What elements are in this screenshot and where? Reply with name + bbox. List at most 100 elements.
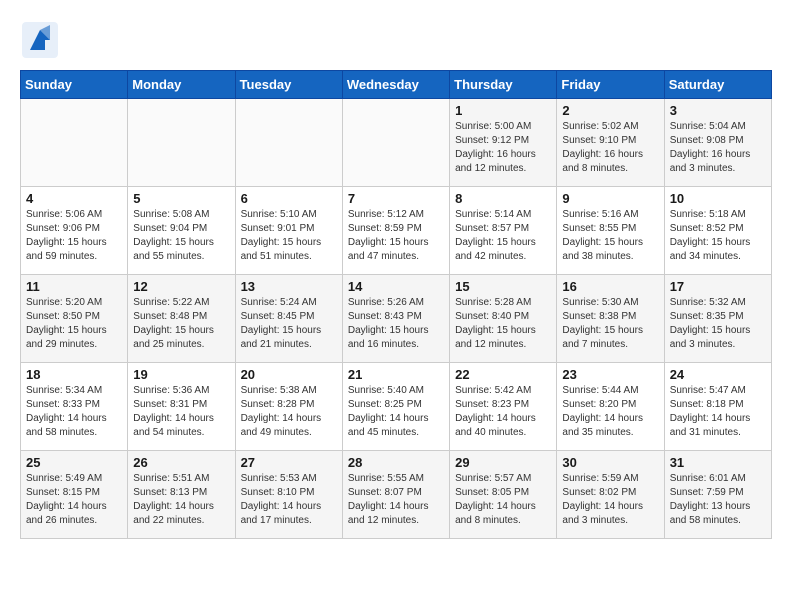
week-row-2: 4 Sunrise: 5:06 AM Sunset: 9:06 PM Daylig… <box>21 187 772 275</box>
week-row-1: 1 Sunrise: 5:00 AM Sunset: 9:12 PM Daylig… <box>21 99 772 187</box>
day-info: Sunrise: 5:51 AM Sunset: 8:13 PM Dayligh… <box>133 472 229 528</box>
calendar-cell: 24 Sunrise: 5:47 AM Sunset: 8:18 PM Dayli… <box>664 363 771 451</box>
day-number: 23 <box>562 367 658 382</box>
day-info: Sunrise: 5:16 AM Sunset: 8:55 PM Dayligh… <box>562 208 658 264</box>
calendar-cell <box>235 99 342 187</box>
day-number: 4 <box>26 191 122 206</box>
day-number: 22 <box>455 367 551 382</box>
calendar-cell: 5Sunrise: 5:08 AM Sunset: 9:04 PM Daylig… <box>128 187 235 275</box>
week-row-4: 18Sunrise: 5:34 AM Sunset: 8:33 PM Dayli… <box>21 363 772 451</box>
day-info: Sunrise: 5:30 AM Sunset: 8:38 PM Dayligh… <box>562 296 658 352</box>
calendar-cell: 17 Sunrise: 5:32 AM Sunset: 8:35 PM Dayli… <box>664 275 771 363</box>
day-number: 29 <box>455 455 551 470</box>
calendar-cell: 21 Sunrise: 5:40 AM Sunset: 8:25 PM Dayli… <box>342 363 449 451</box>
calendar-cell: 7Sunrise: 5:12 AM Sunset: 8:59 PM Daylig… <box>342 187 449 275</box>
week-row-3: 11 Sunrise: 5:20 AM Sunset: 8:50 PM Dayli… <box>21 275 772 363</box>
calendar-cell <box>128 99 235 187</box>
day-of-week-monday: Monday <box>128 71 235 99</box>
day-of-week-wednesday: Wednesday <box>342 71 449 99</box>
calendar-cell: 25 Sunrise: 5:49 AM Sunset: 8:15 PM Dayli… <box>21 451 128 539</box>
day-number: 28 <box>348 455 444 470</box>
day-number: 13 <box>241 279 337 294</box>
day-number: 11 <box>26 279 122 294</box>
day-number: 7 <box>348 191 444 206</box>
day-number: 24 <box>670 367 766 382</box>
day-number: 10 <box>670 191 766 206</box>
day-info: Sunrise: 5:47 AM Sunset: 8:18 PM Dayligh… <box>670 384 766 440</box>
day-number: 14 <box>348 279 444 294</box>
day-number: 3 <box>670 103 766 118</box>
calendar-cell: 28 Sunrise: 5:55 AM Sunset: 8:07 PM Dayli… <box>342 451 449 539</box>
day-info: Sunrise: 5:26 AM Sunset: 8:43 PM Dayligh… <box>348 296 444 352</box>
day-number: 1 <box>455 103 551 118</box>
calendar-cell: 29 Sunrise: 5:57 AM Sunset: 8:05 PM Dayli… <box>450 451 557 539</box>
day-info: Sunrise: 5:59 AM Sunset: 8:02 PM Dayligh… <box>562 472 658 528</box>
day-number: 27 <box>241 455 337 470</box>
day-number: 18 <box>26 367 122 382</box>
day-number: 30 <box>562 455 658 470</box>
day-number: 12 <box>133 279 229 294</box>
calendar-cell: 10 Sunrise: 5:18 AM Sunset: 8:52 PM Dayli… <box>664 187 771 275</box>
calendar-cell: 16 Sunrise: 5:30 AM Sunset: 8:38 PM Dayli… <box>557 275 664 363</box>
day-number: 31 <box>670 455 766 470</box>
day-number: 26 <box>133 455 229 470</box>
day-number: 16 <box>562 279 658 294</box>
day-info: Sunrise: 5:28 AM Sunset: 8:40 PM Dayligh… <box>455 296 551 352</box>
day-info: Sunrise: 5:00 AM Sunset: 9:12 PM Dayligh… <box>455 120 551 176</box>
day-info: Sunrise: 5:04 AM Sunset: 9:08 PM Dayligh… <box>670 120 766 176</box>
logo-icon <box>20 20 60 60</box>
day-info: Sunrise: 5:06 AM Sunset: 9:06 PM Dayligh… <box>26 208 122 264</box>
day-info: Sunrise: 5:18 AM Sunset: 8:52 PM Dayligh… <box>670 208 766 264</box>
day-info: Sunrise: 5:36 AM Sunset: 8:31 PM Dayligh… <box>133 384 229 440</box>
day-number: 25 <box>26 455 122 470</box>
calendar-table: SundayMondayTuesdayWednesdayThursdayFrid… <box>20 70 772 539</box>
day-info: Sunrise: 5:32 AM Sunset: 8:35 PM Dayligh… <box>670 296 766 352</box>
day-number: 17 <box>670 279 766 294</box>
week-row-5: 25 Sunrise: 5:49 AM Sunset: 8:15 PM Dayli… <box>21 451 772 539</box>
day-info: Sunrise: 5:42 AM Sunset: 8:23 PM Dayligh… <box>455 384 551 440</box>
calendar-cell: 15 Sunrise: 5:28 AM Sunset: 8:40 PM Dayli… <box>450 275 557 363</box>
calendar-body: 1 Sunrise: 5:00 AM Sunset: 9:12 PM Daylig… <box>21 99 772 539</box>
day-info: Sunrise: 5:24 AM Sunset: 8:45 PM Dayligh… <box>241 296 337 352</box>
calendar-cell: 1 Sunrise: 5:00 AM Sunset: 9:12 PM Daylig… <box>450 99 557 187</box>
calendar-cell: 6Sunrise: 5:10 AM Sunset: 9:01 PM Daylig… <box>235 187 342 275</box>
day-of-week-thursday: Thursday <box>450 71 557 99</box>
day-info: Sunrise: 5:55 AM Sunset: 8:07 PM Dayligh… <box>348 472 444 528</box>
calendar-cell: 20Sunrise: 5:38 AM Sunset: 8:28 PM Dayli… <box>235 363 342 451</box>
day-info: Sunrise: 5:22 AM Sunset: 8:48 PM Dayligh… <box>133 296 229 352</box>
calendar-cell: 8Sunrise: 5:14 AM Sunset: 8:57 PM Daylig… <box>450 187 557 275</box>
day-info: Sunrise: 5:49 AM Sunset: 8:15 PM Dayligh… <box>26 472 122 528</box>
day-info: Sunrise: 5:57 AM Sunset: 8:05 PM Dayligh… <box>455 472 551 528</box>
calendar-cell: 30 Sunrise: 5:59 AM Sunset: 8:02 PM Dayli… <box>557 451 664 539</box>
calendar-cell: 14 Sunrise: 5:26 AM Sunset: 8:43 PM Dayli… <box>342 275 449 363</box>
day-info: Sunrise: 6:01 AM Sunset: 7:59 PM Dayligh… <box>670 472 766 528</box>
day-info: Sunrise: 5:02 AM Sunset: 9:10 PM Dayligh… <box>562 120 658 176</box>
day-info: Sunrise: 5:40 AM Sunset: 8:25 PM Dayligh… <box>348 384 444 440</box>
day-info: Sunrise: 5:10 AM Sunset: 9:01 PM Dayligh… <box>241 208 337 264</box>
day-info: Sunrise: 5:44 AM Sunset: 8:20 PM Dayligh… <box>562 384 658 440</box>
calendar-cell: 12 Sunrise: 5:22 AM Sunset: 8:48 PM Dayli… <box>128 275 235 363</box>
calendar-cell <box>342 99 449 187</box>
calendar-cell <box>21 99 128 187</box>
day-info: Sunrise: 5:53 AM Sunset: 8:10 PM Dayligh… <box>241 472 337 528</box>
day-number: 9 <box>562 191 658 206</box>
day-number: 2 <box>562 103 658 118</box>
calendar-cell: 26 Sunrise: 5:51 AM Sunset: 8:13 PM Dayli… <box>128 451 235 539</box>
day-info: Sunrise: 5:38 AM Sunset: 8:28 PM Dayligh… <box>241 384 337 440</box>
day-info: Sunrise: 5:20 AM Sunset: 8:50 PM Dayligh… <box>26 296 122 352</box>
calendar-cell: 18Sunrise: 5:34 AM Sunset: 8:33 PM Dayli… <box>21 363 128 451</box>
calendar-cell: 22 Sunrise: 5:42 AM Sunset: 8:23 PM Dayli… <box>450 363 557 451</box>
calendar-cell: 23 Sunrise: 5:44 AM Sunset: 8:20 PM Dayli… <box>557 363 664 451</box>
day-of-week-tuesday: Tuesday <box>235 71 342 99</box>
calendar-cell: 9 Sunrise: 5:16 AM Sunset: 8:55 PM Daylig… <box>557 187 664 275</box>
day-number: 19 <box>133 367 229 382</box>
calendar-cell: 13 Sunrise: 5:24 AM Sunset: 8:45 PM Dayli… <box>235 275 342 363</box>
calendar-cell: 31 Sunrise: 6:01 AM Sunset: 7:59 PM Dayli… <box>664 451 771 539</box>
day-of-week-friday: Friday <box>557 71 664 99</box>
calendar-cell: 19 Sunrise: 5:36 AM Sunset: 8:31 PM Dayli… <box>128 363 235 451</box>
day-of-week-sunday: Sunday <box>21 71 128 99</box>
calendar-cell: 27 Sunrise: 5:53 AM Sunset: 8:10 PM Dayli… <box>235 451 342 539</box>
day-number: 15 <box>455 279 551 294</box>
calendar-cell: 4 Sunrise: 5:06 AM Sunset: 9:06 PM Daylig… <box>21 187 128 275</box>
day-number: 21 <box>348 367 444 382</box>
